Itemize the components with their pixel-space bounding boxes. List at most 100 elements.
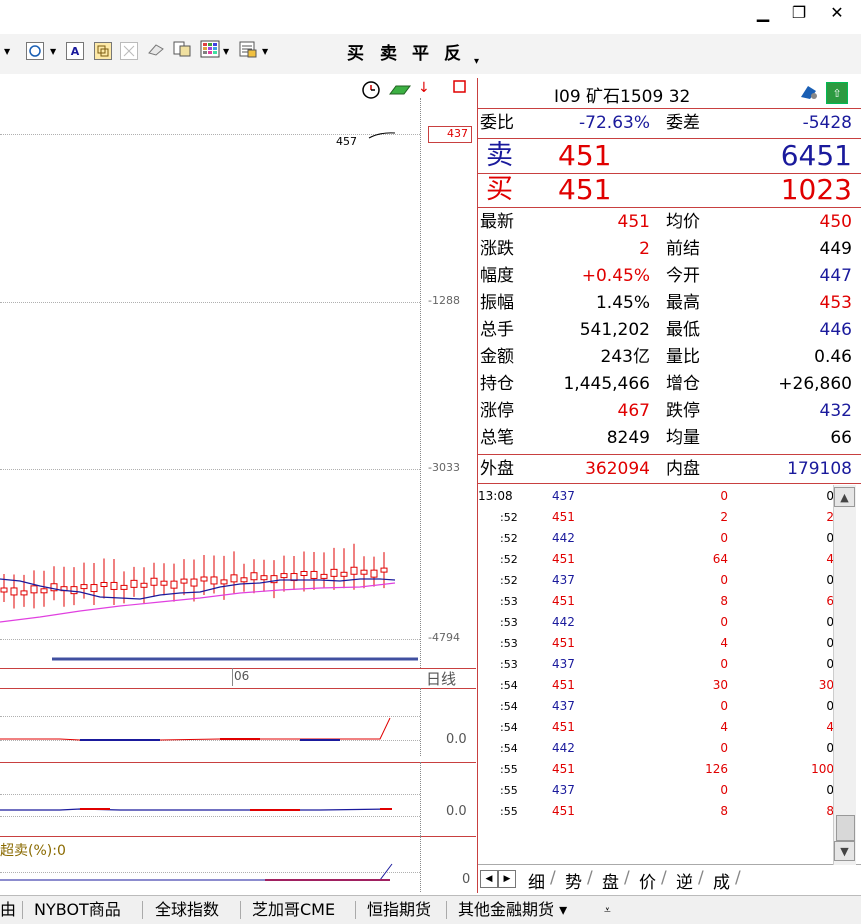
stat-value: 432 <box>819 401 852 421</box>
contract-title[interactable]: I09 矿石1509 32 ⇧ <box>478 80 861 107</box>
tick-row[interactable]: :52 442 0 0 <box>478 528 840 549</box>
close-icon: ✕ <box>830 3 844 22</box>
stat-value: 541,202 <box>579 320 650 340</box>
stat-label: 前结 <box>666 239 700 259</box>
candle-body <box>200 576 208 582</box>
close-button[interactable]: ✕ <box>826 2 848 24</box>
text-tool-button[interactable]: A <box>66 40 84 62</box>
expand-icon[interactable]: ⇧ <box>826 82 848 104</box>
buy-label: 买 <box>486 174 513 205</box>
close-position-button[interactable]: 平 <box>412 40 429 64</box>
dropdown-arrow[interactable]: ▼ <box>262 40 268 62</box>
tick-row[interactable]: :52 451 64 4 <box>478 549 840 570</box>
reverse-button[interactable]: 反 <box>444 40 461 64</box>
separator <box>478 483 861 484</box>
copy-icon <box>94 42 112 60</box>
scroll-left-button[interactable]: ◀ <box>480 870 498 888</box>
tick-row[interactable]: 13:08 437 0 0 <box>478 486 840 507</box>
scroll-right-button[interactable]: ▶ <box>498 870 516 888</box>
restore-button[interactable]: ❐ <box>788 2 810 24</box>
scroll-thumb[interactable] <box>836 815 855 841</box>
buy-row[interactable]: 买 451 1023 <box>478 174 858 206</box>
tick-row[interactable]: :53 437 0 0 <box>478 654 840 675</box>
sell-row[interactable]: 卖 451 6451 <box>478 140 858 172</box>
bottom-tab[interactable]: 逆 <box>676 868 693 893</box>
tick-price: 442 <box>552 531 575 545</box>
stat-row: 最新 451 均价 450 <box>478 209 858 235</box>
dropdown-arrow[interactable]: ▼ <box>4 40 10 62</box>
minimize-button[interactable]: ▁ <box>752 2 774 24</box>
stat-row: 涨停 467 跌停 432 <box>478 398 858 424</box>
market-tab-dropdown[interactable]: 其他金融期货 ▾ <box>458 896 567 924</box>
tick-row[interactable]: :54 442 0 0 <box>478 738 840 759</box>
tick-row[interactable]: :55 451 126 100 <box>478 759 840 780</box>
tick-row[interactable]: :52 451 2 2 <box>478 507 840 528</box>
template-tool-button[interactable] <box>238 40 258 62</box>
tick-row[interactable]: :53 442 0 0 <box>478 612 840 633</box>
candle-body <box>110 581 118 590</box>
stat-label: 均量 <box>666 428 700 448</box>
tick-row[interactable]: :54 451 30 30 <box>478 675 840 696</box>
tick-row[interactable]: :53 451 8 6 <box>478 591 840 612</box>
stat-value: 0.46 <box>814 347 852 367</box>
ellipse-tool-button[interactable] <box>26 40 44 62</box>
quote-panel: I09 矿石1509 32 ⇧ 委比 -72.63% 委差 -5428 卖 45… <box>477 78 861 893</box>
disabled-tool-button[interactable] <box>120 40 138 62</box>
candle-body <box>310 570 318 579</box>
candle-body <box>190 578 198 587</box>
overflow-icon[interactable]: ⩡ <box>604 896 611 924</box>
bottom-tab[interactable]: 成 <box>713 868 730 893</box>
grid-tool-button[interactable] <box>200 40 220 62</box>
stat-row: 金额 243亿 量比 0.46 <box>478 344 858 370</box>
neipan-value: 179108 <box>787 459 852 479</box>
candle-body <box>70 586 78 595</box>
tick-row[interactable]: :55 451 8 8 <box>478 801 840 822</box>
stat-value: 449 <box>819 239 852 259</box>
window-icon[interactable] <box>452 80 468 97</box>
tick-row[interactable]: :52 437 0 0 <box>478 570 840 591</box>
tick-row[interactable]: :54 451 4 4 <box>478 717 840 738</box>
candle-body <box>300 571 308 576</box>
stat-label: 振幅 <box>480 293 514 313</box>
broker-icon[interactable] <box>798 83 820 104</box>
bottom-tab[interactable]: 价 <box>639 868 656 893</box>
period-label[interactable]: 日线 <box>426 668 456 689</box>
buy-button[interactable]: 买 <box>347 40 364 64</box>
eraser-tool-button[interactable] <box>146 40 166 62</box>
tick-row[interactable]: :53 451 4 0 <box>478 633 840 654</box>
sell-button[interactable]: 卖 <box>380 40 397 64</box>
market-tab[interactable]: 全球指数 <box>155 896 219 924</box>
eraser-icon <box>146 41 166 61</box>
paste-tool-button[interactable] <box>172 40 192 62</box>
bottom-tab[interactable]: 盘 <box>602 868 619 893</box>
divider <box>420 836 421 892</box>
template-icon <box>238 40 258 62</box>
buy-volume: 1023 <box>780 173 852 206</box>
bottom-tab[interactable]: 势 <box>565 868 582 893</box>
grid-icon <box>200 40 220 62</box>
tick-time: :55 <box>500 805 518 818</box>
market-tab[interactable]: 芝加哥CME <box>252 896 335 924</box>
tick-time: :52 <box>500 532 518 545</box>
tick-row[interactable]: :55 437 0 0 <box>478 780 840 801</box>
stat-row: 涨跌 2 前结 449 <box>478 236 858 262</box>
price-axis-divider <box>420 98 421 668</box>
scroll-up-button[interactable]: ▲ <box>834 487 855 507</box>
market-tab[interactable]: NYBOT商品 <box>34 896 121 924</box>
tick-row[interactable]: :54 437 0 0 <box>478 696 840 717</box>
tick-volume: 8 <box>720 594 728 608</box>
dropdown-arrow[interactable]: ▼ <box>223 40 229 62</box>
stat-value: +0.45% <box>581 266 650 286</box>
market-tab[interactable]: 由 <box>0 896 16 924</box>
tick-volume: 0 <box>720 489 728 503</box>
scroll-down-button[interactable]: ▼ <box>834 841 855 861</box>
kline-chart-area[interactable]: ↓ 437 -1288 -3033 -4794 457 06 日线 0.0 0.… <box>0 78 476 892</box>
waipan-value: 362094 <box>585 459 650 479</box>
tick-scrollbar[interactable]: ▲ ▼ <box>833 485 856 865</box>
dropdown-arrow[interactable]: ▼ <box>50 40 56 62</box>
market-tab[interactable]: 恒指期货 <box>367 896 431 924</box>
copy-tool-button[interactable] <box>94 40 112 62</box>
bottom-tab[interactable]: 细 <box>528 868 545 893</box>
stat-row: 幅度 +0.45% 今开 447 <box>478 263 858 289</box>
toolbar-overflow-button[interactable]: ▾ <box>474 50 479 72</box>
